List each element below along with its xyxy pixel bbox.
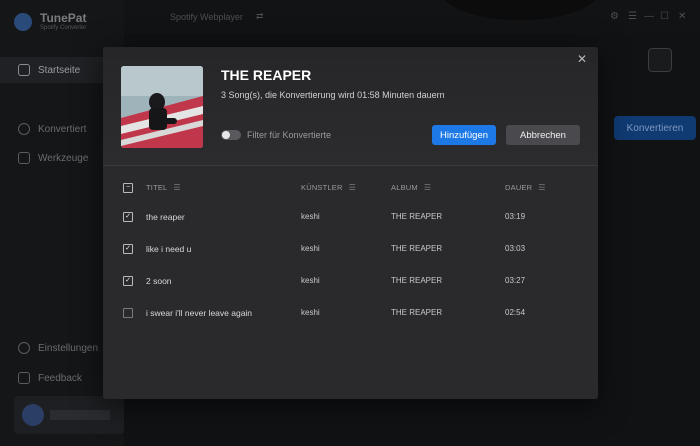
close-icon[interactable]: ✕ <box>574 51 590 67</box>
row-checkbox[interactable] <box>123 308 133 318</box>
song-duration: 03:27 <box>505 276 526 285</box>
sidebar-item-label: Feedback <box>38 372 82 384</box>
song-title: i swear i'll never leave again <box>146 308 253 318</box>
table-row[interactable]: i swear i'll never leave again keshi THE… <box>103 307 598 339</box>
song-album: THE REAPER <box>391 212 443 221</box>
add-button[interactable]: Hinzufügen <box>432 125 496 145</box>
column-header-duration[interactable]: DAUER ☰ <box>505 183 546 192</box>
column-header-label: ALBUM <box>391 183 418 192</box>
webplayer-title: Spotify Webplayer <box>170 12 243 22</box>
tools-icon <box>18 152 30 164</box>
user-name-placeholder <box>50 410 110 420</box>
song-artist: keshi <box>301 308 320 317</box>
column-header-title[interactable]: TITEL ☰ <box>146 183 181 192</box>
song-duration: 03:19 <box>505 212 526 221</box>
song-title: like i need u <box>146 244 192 254</box>
song-artist: keshi <box>301 244 320 253</box>
song-duration: 02:54 <box>505 308 526 317</box>
song-title: 2 soon <box>146 276 172 286</box>
avatar <box>22 404 44 426</box>
filter-converted-label: Filter für Konvertierte <box>247 130 332 140</box>
column-header-label: TITEL <box>146 183 168 192</box>
clock-icon <box>18 123 30 135</box>
table-row[interactable]: ✓ like i need u keshi THE REAPER 03:03 <box>103 243 598 275</box>
convert-button[interactable]: Konvertieren <box>614 116 696 140</box>
sort-icon[interactable]: ☰ <box>173 183 180 192</box>
image-icon[interactable] <box>648 48 672 72</box>
row-checkbox[interactable]: ✓ <box>123 244 133 254</box>
user-account[interactable] <box>14 396 124 434</box>
conversion-info: 3 Song(s), die Konvertierung wird 01:58 … <box>221 90 445 100</box>
settings-icon <box>18 342 30 354</box>
sidebar-item-label: Startseite <box>38 64 81 76</box>
menu-icon[interactable]: ☰ <box>628 11 637 22</box>
minimize-icon[interactable]: — <box>644 11 654 22</box>
sort-icon[interactable]: ☰ <box>538 183 545 192</box>
sidebar-item-label: Konvertiert <box>38 123 87 135</box>
home-icon <box>18 64 30 76</box>
sort-icon[interactable]: ☰ <box>424 183 431 192</box>
header-divider <box>103 165 598 166</box>
album-cover-art <box>121 66 203 148</box>
filter-converted-toggle[interactable] <box>221 130 241 140</box>
app-subtitle: Spotify Converter <box>40 25 87 31</box>
settings-menu-icon[interactable]: ⚙ <box>610 11 619 22</box>
song-artist: keshi <box>301 212 320 221</box>
mail-icon <box>18 372 30 384</box>
top-bar: Spotify Webplayer ⇄ ⚙ ☰ — ☐ ✕ <box>124 0 700 34</box>
song-artist: keshi <box>301 276 320 285</box>
brand: TunePat Spotify Converter <box>14 12 86 31</box>
column-header-label: KÜNSTLER <box>301 183 343 192</box>
album-title: THE REAPER <box>221 67 312 83</box>
song-duration: 03:03 <box>505 244 526 253</box>
row-checkbox[interactable]: ✓ <box>123 212 133 222</box>
select-all-checkbox[interactable]: − <box>123 183 133 193</box>
table-row[interactable]: ✓ 2 soon keshi THE REAPER 03:27 <box>103 275 598 307</box>
app-logo-icon <box>14 12 32 31</box>
column-header-artist[interactable]: KÜNSTLER ☰ <box>301 183 356 192</box>
table-row[interactable]: ✓ the reaper keshi THE REAPER 03:19 <box>103 211 598 243</box>
album-cover <box>121 66 203 148</box>
app-name: TunePat <box>40 11 87 25</box>
add-songs-dialog: ✕ THE REAPER 3 Song(s), die Konvertierun… <box>103 47 598 399</box>
toggle-knob <box>222 131 230 139</box>
song-album: THE REAPER <box>391 244 443 253</box>
song-album: THE REAPER <box>391 308 443 317</box>
song-title: the reaper <box>146 212 185 222</box>
column-header-album[interactable]: ALBUM ☰ <box>391 183 431 192</box>
cancel-button[interactable]: Abbrechen <box>506 125 580 145</box>
sort-icon[interactable]: ☰ <box>349 183 356 192</box>
row-checkbox[interactable]: ✓ <box>123 276 133 286</box>
switch-icon[interactable]: ⇄ <box>256 11 264 22</box>
column-header-label: DAUER <box>505 183 533 192</box>
sidebar-item-label: Werkzeuge <box>38 152 89 164</box>
song-album: THE REAPER <box>391 276 443 285</box>
sidebar-item-label: Einstellungen <box>38 342 99 354</box>
window-close-icon[interactable]: ✕ <box>678 11 686 22</box>
maximize-icon[interactable]: ☐ <box>660 11 669 22</box>
